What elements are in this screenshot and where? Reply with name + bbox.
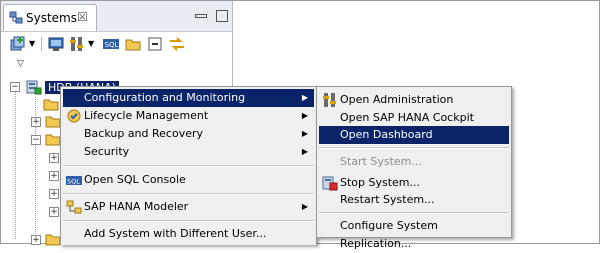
view-menu-icon[interactable]: ▽ <box>17 59 24 69</box>
menu-separator <box>63 220 314 222</box>
systems-view-icon <box>9 11 23 28</box>
folder-node-icon <box>45 232 61 249</box>
menu-item-label: Open SAP HANA Cockpit <box>340 111 474 124</box>
menu-item-label: Start System... <box>340 155 422 168</box>
expand-node-icon[interactable]: + <box>49 171 59 181</box>
link-icon[interactable] <box>168 36 186 52</box>
minimize-view-icon[interactable] <box>194 14 207 18</box>
menu-separator <box>63 193 314 195</box>
maximize-view-icon[interactable] <box>216 10 228 22</box>
add-system-icon[interactable] <box>9 36 27 52</box>
monitor-icon[interactable] <box>48 36 64 52</box>
submenu-arrow-icon: ▶ <box>301 147 308 156</box>
folder-node-icon <box>45 132 61 149</box>
menu-item-stop-system[interactable]: Stop System... <box>319 174 509 192</box>
tree-guide-line <box>15 89 16 239</box>
menu-item-label: Backup and Recovery <box>84 127 204 140</box>
menu-item-start-system[interactable]: Start System... <box>319 153 509 171</box>
menu-item-label: Security <box>84 145 130 158</box>
folder-icon[interactable] <box>125 36 141 52</box>
menu-item-restart-system[interactable]: Restart System... <box>319 191 509 209</box>
modeler-icon <box>66 199 82 215</box>
submenu-arrow-icon: ▶ <box>301 202 308 211</box>
menu-item-backup-recovery[interactable]: Backup and Recovery ▶ <box>63 125 314 143</box>
menu-item-open-administration[interactable]: Open Administration <box>319 91 509 109</box>
menu-item-label: Open Dashboard <box>340 128 433 141</box>
systems-toolbar: ▼ ▼ SQL <box>1 32 232 56</box>
menu-item-configuration-monitoring[interactable]: Configuration and Monitoring ▶ <box>63 89 314 107</box>
menu-item-label: Open Administration <box>340 93 454 106</box>
menu-item-label: Configure System Replication... <box>340 219 438 250</box>
menu-item-open-sql-console[interactable]: SQL Open SQL Console <box>63 171 314 189</box>
catalog-folder-icon <box>43 97 59 114</box>
collapse-icon[interactable] <box>147 36 163 52</box>
sql-icon[interactable]: SQL <box>102 36 120 52</box>
tab-systems[interactable]: Systems ☒ <box>3 4 97 31</box>
expand-node-icon[interactable]: + <box>49 207 59 217</box>
context-menu: Configuration and Monitoring ▶ Lifecycle… <box>60 86 317 245</box>
menu-separator <box>63 165 314 167</box>
expand-node-icon[interactable]: + <box>49 153 59 163</box>
administration-icon[interactable] <box>69 36 85 52</box>
menu-item-sap-hana-modeler[interactable]: SAP HANA Modeler ▶ <box>63 198 314 216</box>
system-node-icon <box>26 79 42 98</box>
sql-console-icon: SQL <box>66 172 82 188</box>
view-tab-bar: Systems ☒ <box>1 1 232 32</box>
collapse-node-icon[interactable]: − <box>31 135 41 145</box>
expand-node-icon[interactable]: + <box>31 117 41 127</box>
menu-item-open-hana-cockpit[interactable]: Open SAP HANA Cockpit <box>319 109 509 127</box>
svg-text:SQL: SQL <box>105 41 119 49</box>
stop-system-icon <box>322 175 338 191</box>
close-tab-icon[interactable]: ☒ <box>77 10 88 24</box>
view-window-controls <box>189 9 228 22</box>
menu-item-label: Restart System... <box>340 193 435 206</box>
lifecycle-icon <box>66 108 82 124</box>
menu-item-label: Add System with Different User... <box>84 227 267 240</box>
dropdown-arrow-icon[interactable]: ▼ <box>29 39 35 55</box>
submenu-configuration-monitoring: Open Administration Open SAP HANA Cockpi… <box>316 86 512 250</box>
menu-separator <box>319 212 509 214</box>
menu-item-add-system-different-user[interactable]: Add System with Different User... <box>63 225 314 243</box>
menu-item-label: SAP HANA Modeler <box>84 200 189 213</box>
dropdown-arrow-icon[interactable]: ▼ <box>88 39 94 55</box>
toolbar-separator <box>41 37 42 51</box>
menu-separator <box>319 147 509 149</box>
submenu-arrow-icon: ▶ <box>301 93 308 102</box>
tab-systems-label: Systems <box>26 11 77 25</box>
expand-node-icon[interactable]: + <box>49 189 59 199</box>
svg-text:SQL: SQL <box>67 178 80 186</box>
menu-item-label: Configuration and Monitoring <box>84 91 246 104</box>
menu-item-label: Lifecycle Management <box>84 109 209 122</box>
menu-item-open-dashboard[interactable]: Open Dashboard <box>319 126 509 144</box>
administration-icon <box>322 92 338 108</box>
submenu-arrow-icon: ▶ <box>301 111 308 120</box>
menu-item-label: Stop System... <box>340 176 421 189</box>
collapse-node-icon[interactable]: − <box>10 82 20 92</box>
submenu-arrow-icon: ▶ <box>301 129 308 138</box>
menu-item-security[interactable]: Security ▶ <box>63 143 314 161</box>
menu-item-configure-system-replication[interactable]: Configure System Replication... <box>319 217 509 250</box>
folder-node-icon <box>45 114 61 131</box>
menu-item-label: Open SQL Console <box>84 173 186 186</box>
menu-item-lifecycle-management[interactable]: Lifecycle Management ▶ <box>63 107 314 125</box>
